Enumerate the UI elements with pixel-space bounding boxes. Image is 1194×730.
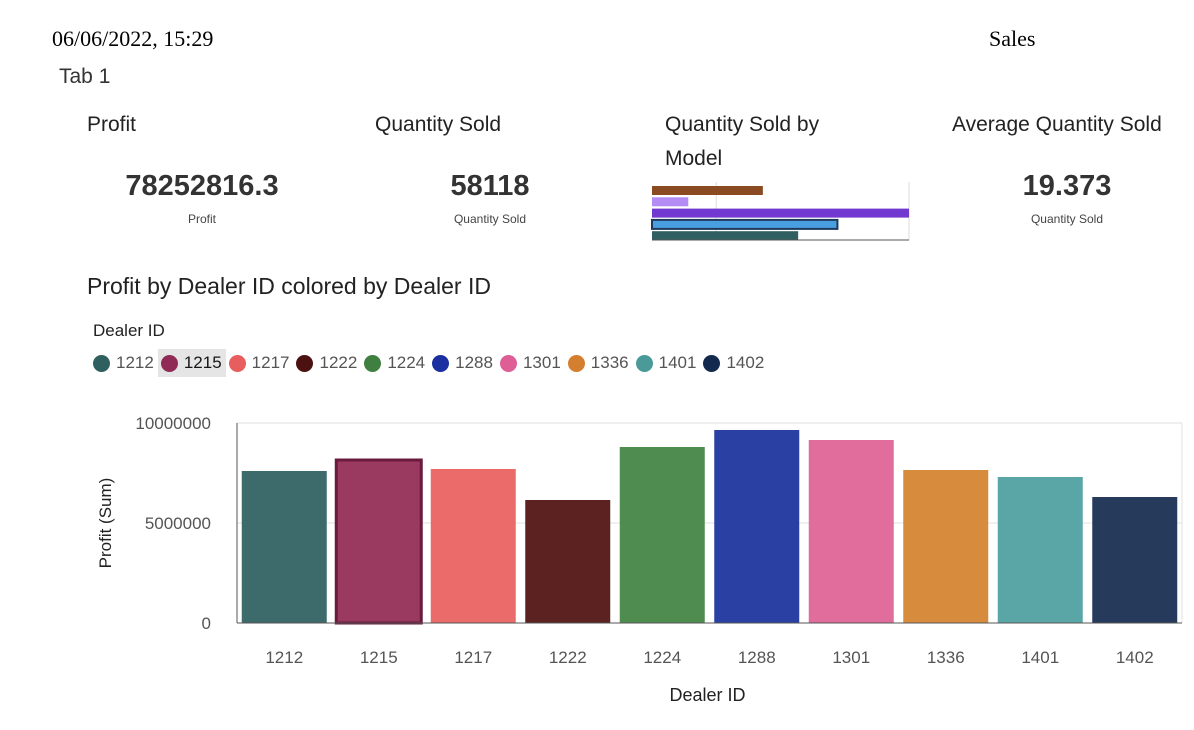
- legend-item-1336[interactable]: 1336: [565, 349, 633, 377]
- bar-1224[interactable]: [619, 447, 705, 623]
- kpi-profit-title: Profit: [87, 113, 137, 136]
- x-axis-title: Dealer ID: [669, 685, 745, 705]
- kpi-by-model-title: Quantity Sold by Model: [665, 108, 819, 176]
- y-tick-label: 10000000: [135, 414, 211, 433]
- report-title: Sales: [989, 26, 1036, 51]
- x-tick-label: 1402: [1116, 648, 1154, 667]
- mini-chart-bar[interactable]: [652, 197, 689, 207]
- y-tick-label: 0: [202, 614, 211, 633]
- x-tick-label: 1224: [643, 648, 681, 667]
- legend-item-1217[interactable]: 1217: [226, 349, 294, 377]
- legend-label: 1222: [319, 353, 358, 372]
- kpi-profit-caption: Profit: [187, 212, 216, 226]
- legend-item-1222[interactable]: 1222: [293, 349, 361, 377]
- legend-item-1401[interactable]: 1401: [633, 349, 701, 377]
- x-tick-label: 1217: [454, 648, 492, 667]
- y-axis-title: Profit (Sum): [96, 478, 115, 569]
- chart-title: Profit by Dealer ID colored by Dealer ID: [87, 273, 491, 299]
- bar-1401[interactable]: [997, 477, 1083, 623]
- kpi-average-title: Average Quantity Sold: [952, 113, 1162, 136]
- x-tick-label: 1301: [832, 648, 870, 667]
- legend-item-1212[interactable]: 1212: [90, 349, 158, 377]
- legend-swatch: [635, 354, 653, 372]
- quantity-by-model-mini-chart[interactable]: [646, 182, 916, 244]
- legend-swatch: [567, 354, 585, 372]
- bar-1288[interactable]: [714, 430, 800, 623]
- legend-label: 1336: [590, 353, 629, 372]
- legend-title: Dealer ID: [93, 321, 165, 340]
- tab-1[interactable]: Tab 1: [59, 65, 110, 89]
- x-tick-label: 1288: [738, 648, 776, 667]
- legend-swatch: [432, 354, 450, 372]
- kpi-quantity-caption: Quantity Sold: [453, 212, 527, 226]
- legend-swatch: [93, 354, 110, 372]
- kpi-profit-value: 78252816.3: [125, 170, 279, 202]
- x-tick-label: 1215: [360, 648, 398, 667]
- legend-swatch: [160, 354, 178, 372]
- kpi-average-value: 19.373: [1022, 170, 1112, 202]
- legend-item-1288[interactable]: 1288: [429, 349, 497, 377]
- kpi-average-caption: Quantity Sold: [1030, 212, 1104, 226]
- legend-item-1215[interactable]: 1215: [157, 349, 226, 377]
- legend-label: 1212: [116, 353, 154, 372]
- legend-label: 1288: [455, 353, 493, 372]
- kpi-quantity-title: Quantity Sold: [375, 113, 502, 136]
- bar-1215[interactable]: [334, 458, 423, 625]
- y-tick-label: 5000000: [145, 514, 211, 533]
- report-datetime: 06/06/2022, 15:29: [52, 26, 214, 51]
- mini-chart-bar[interactable]: [652, 186, 763, 195]
- legend-swatch: [703, 354, 721, 372]
- bar-1301[interactable]: [808, 440, 894, 623]
- chart-legend: 1212 1215 1217 1222 1224 1288 1301 1336 1401 1402: [90, 349, 768, 377]
- legend-swatch: [499, 354, 517, 372]
- legend-label: 1301: [522, 353, 561, 372]
- bar-1212[interactable]: [241, 471, 327, 623]
- legend-label: 1401: [658, 353, 697, 372]
- kpi-by-model-title-line1: Quantity Sold by: [665, 113, 820, 136]
- x-tick-label: 1212: [265, 648, 303, 667]
- bar-1222[interactable]: [525, 500, 611, 623]
- legend-item-1301[interactable]: 1301: [497, 349, 565, 377]
- x-tick-label: 1222: [549, 648, 587, 667]
- legend-item-1402[interactable]: 1402: [700, 349, 768, 377]
- x-tick-label: 1401: [1021, 648, 1059, 667]
- mini-chart-bar[interactable]: [652, 231, 799, 241]
- legend-label: 1224: [387, 353, 426, 372]
- legend-swatch: [364, 354, 382, 372]
- mini-chart-bar[interactable]: [652, 208, 909, 218]
- kpi-quantity-value: 58118: [450, 170, 530, 202]
- legend-label: 1217: [251, 353, 290, 372]
- x-tick-label: 1336: [927, 648, 965, 667]
- legend-swatch: [228, 354, 246, 372]
- bar-1217[interactable]: [430, 469, 516, 623]
- bar-1402[interactable]: [1092, 497, 1178, 623]
- legend-swatch: [296, 354, 314, 372]
- legend-item-1224[interactable]: 1224: [361, 349, 429, 377]
- legend-label: 1402: [726, 353, 765, 372]
- legend-label: 1215: [183, 353, 222, 372]
- mini-chart-bar[interactable]: [651, 218, 839, 230]
- bar-1336[interactable]: [903, 470, 989, 623]
- kpi-by-model-title-line2: Model: [665, 147, 723, 170]
